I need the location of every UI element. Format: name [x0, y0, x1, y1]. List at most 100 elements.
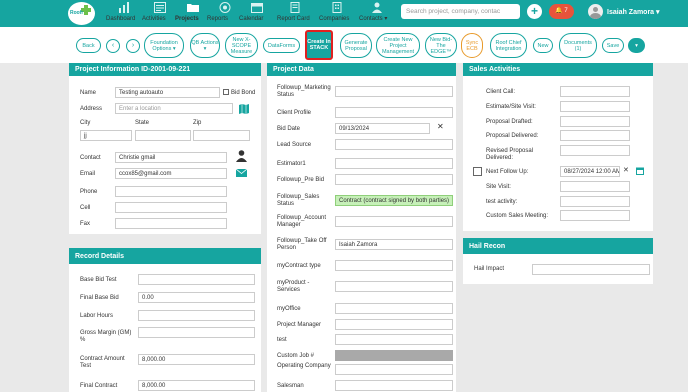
next-follow-up-checkbox[interactable]: [473, 167, 482, 176]
labor-hours-field[interactable]: [138, 310, 255, 321]
address-field[interactable]: Enter a location: [115, 103, 233, 114]
nav-report-card[interactable]: Report Card: [277, 2, 313, 26]
user-menu[interactable]: Isaiah Zamora ▾: [607, 8, 660, 16]
nav-calendar[interactable]: Calendar: [239, 2, 275, 26]
test-activity-field[interactable]: [560, 196, 630, 207]
nav-projects[interactable]: Projects: [175, 2, 211, 26]
custom-sales-meeting-field[interactable]: [560, 210, 630, 221]
user-avatar[interactable]: [588, 4, 603, 19]
client-profile-field[interactable]: [335, 107, 453, 118]
followup-take-off-person-label: Followup_Take Off Person: [277, 238, 327, 251]
mycontract-type-field[interactable]: [335, 260, 453, 271]
proposal-drafted-field[interactable]: [560, 116, 630, 127]
final-contract-field[interactable]: 8,000.00: [138, 380, 255, 391]
phone-label: Phone: [80, 189, 98, 195]
bid-date-field[interactable]: 09/13/2024: [335, 123, 430, 134]
nav-companies[interactable]: Companies: [319, 2, 355, 26]
salesman-field[interactable]: [335, 380, 453, 391]
map-icon[interactable]: [239, 104, 249, 114]
proposal-delivered-field[interactable]: [560, 130, 630, 141]
followup-account-manager-field[interactable]: [335, 216, 453, 227]
roof-chief-integration-button[interactable]: Roof Chief Integration: [490, 33, 527, 58]
followup-marketing-status-field[interactable]: [335, 86, 453, 97]
clear-bid-date-button[interactable]: ✕: [437, 123, 444, 131]
add-button[interactable]: +: [527, 4, 542, 19]
reports-icon: [219, 2, 231, 13]
myoffice-field[interactable]: [335, 303, 453, 314]
base-bid-test-field[interactable]: [138, 274, 255, 285]
custom-job-field[interactable]: [335, 350, 453, 361]
hail-recon-panel: Hail Recon Hail Impact: [463, 238, 653, 284]
test-label: test: [277, 337, 287, 343]
nav-dashboard[interactable]: Dashboard: [106, 2, 142, 26]
site-visit-field[interactable]: [560, 181, 630, 192]
qb-actions-button[interactable]: QB Actions ▾: [190, 33, 220, 58]
state-field[interactable]: [135, 130, 191, 141]
project-manager-field[interactable]: [335, 319, 453, 330]
email-field[interactable]: ccox85@gmail.com: [115, 168, 227, 179]
record-details-panel: Record Details Base Bid Test Final Base …: [69, 248, 261, 392]
email-icon[interactable]: [236, 169, 247, 177]
city-field[interactable]: jj: [80, 130, 132, 141]
new-xscope-measure-button[interactable]: New X-SCOPE Measure: [225, 33, 258, 58]
new-button[interactable]: New: [533, 38, 553, 53]
back-button[interactable]: Back: [76, 38, 101, 53]
proposal-delivered-label: Proposal Delivered:: [486, 133, 539, 139]
create-in-stack-button[interactable]: Create In STACK: [305, 30, 333, 60]
followup-pre-bid-field[interactable]: [335, 174, 453, 185]
documents-button[interactable]: Documents (1): [559, 33, 597, 58]
project-information-panel: Project Information ID-2001-09-221 Name …: [69, 63, 261, 234]
lead-source-label: Lead Source: [277, 142, 312, 148]
contact-field[interactable]: Christie gmail: [115, 152, 227, 163]
client-call-field[interactable]: [560, 86, 630, 97]
new-bid-edge-button[interactable]: New Bid-The EDGE™: [425, 33, 457, 58]
followup-sales-status-field[interactable]: Contract (contract signed by both partie…: [335, 195, 453, 206]
proposal-drafted-label: Proposal Drafted:: [486, 119, 533, 125]
final-base-bid-field[interactable]: 0.00: [138, 292, 255, 303]
fax-field[interactable]: [115, 218, 227, 229]
myproduct-services-label: myProduct - Services: [277, 280, 310, 293]
nav-activities[interactable]: Activities: [142, 2, 178, 26]
hail-impact-field[interactable]: [532, 264, 650, 275]
cell-field[interactable]: [115, 202, 227, 213]
estimate-site-visit-field[interactable]: [560, 101, 630, 112]
create-new-project-management-button[interactable]: Create New Project Management: [376, 33, 420, 58]
estimator1-field[interactable]: [335, 158, 453, 169]
clear-follow-up-button[interactable]: ✕: [623, 167, 629, 174]
save-button[interactable]: Save: [602, 38, 624, 53]
prev-button[interactable]: ‹: [106, 39, 120, 53]
followup-take-off-person-field[interactable]: Isaiah Zamora: [335, 239, 453, 250]
nav-dashboard-label: Dashboard: [106, 16, 136, 22]
nav-projects-label: Projects: [175, 16, 199, 22]
nav-contacts[interactable]: Contacts ▾: [359, 2, 395, 26]
more-actions-button[interactable]: ▾: [628, 38, 645, 53]
record-row-label: Gross Margin (GM) %: [80, 330, 132, 343]
nav-reports[interactable]: Reports: [207, 2, 243, 26]
name-field[interactable]: Testing autoauto: [115, 87, 220, 98]
operating-company-field[interactable]: [335, 364, 453, 375]
next-follow-up-field[interactable]: 08/27/2024 12:00 AM: [560, 166, 620, 177]
bid-bond-label: Bid Bond: [231, 90, 256, 96]
generate-proposal-button[interactable]: Generate Proposal: [340, 33, 372, 58]
myproduct-services-field[interactable]: [335, 281, 453, 292]
next-button[interactable]: ›: [126, 39, 140, 53]
zip-field[interactable]: [193, 130, 250, 141]
contact-person-icon[interactable]: [236, 150, 247, 162]
notifications-button[interactable]: 🔔 7: [549, 4, 574, 19]
revised-proposal-delivered-field[interactable]: [560, 145, 630, 156]
test-field[interactable]: [335, 334, 453, 345]
search-input[interactable]: Search project, company, contac: [401, 4, 520, 19]
bid-bond-checkbox[interactable]: [223, 89, 229, 95]
calendar-picker-icon[interactable]: [636, 167, 644, 175]
estimator1-label: Estimator1: [277, 161, 306, 167]
phone-field[interactable]: [115, 186, 227, 197]
mycontract-type-label: myContract type: [277, 263, 321, 269]
lead-source-field[interactable]: [335, 139, 453, 150]
foundation-options-button[interactable]: Foundation Options ▾: [144, 33, 184, 58]
sync-ecb-button[interactable]: Sync ECB: [461, 33, 483, 58]
company-logo[interactable]: Roofr: [68, 2, 95, 25]
dataforms-button[interactable]: DataForms: [263, 38, 300, 53]
sales-activities-panel: Sales Activities Client Call: Estimate/Si…: [463, 63, 653, 231]
gross-margin-field[interactable]: [138, 327, 255, 338]
contract-amount-field[interactable]: 8,000.00: [138, 354, 255, 365]
